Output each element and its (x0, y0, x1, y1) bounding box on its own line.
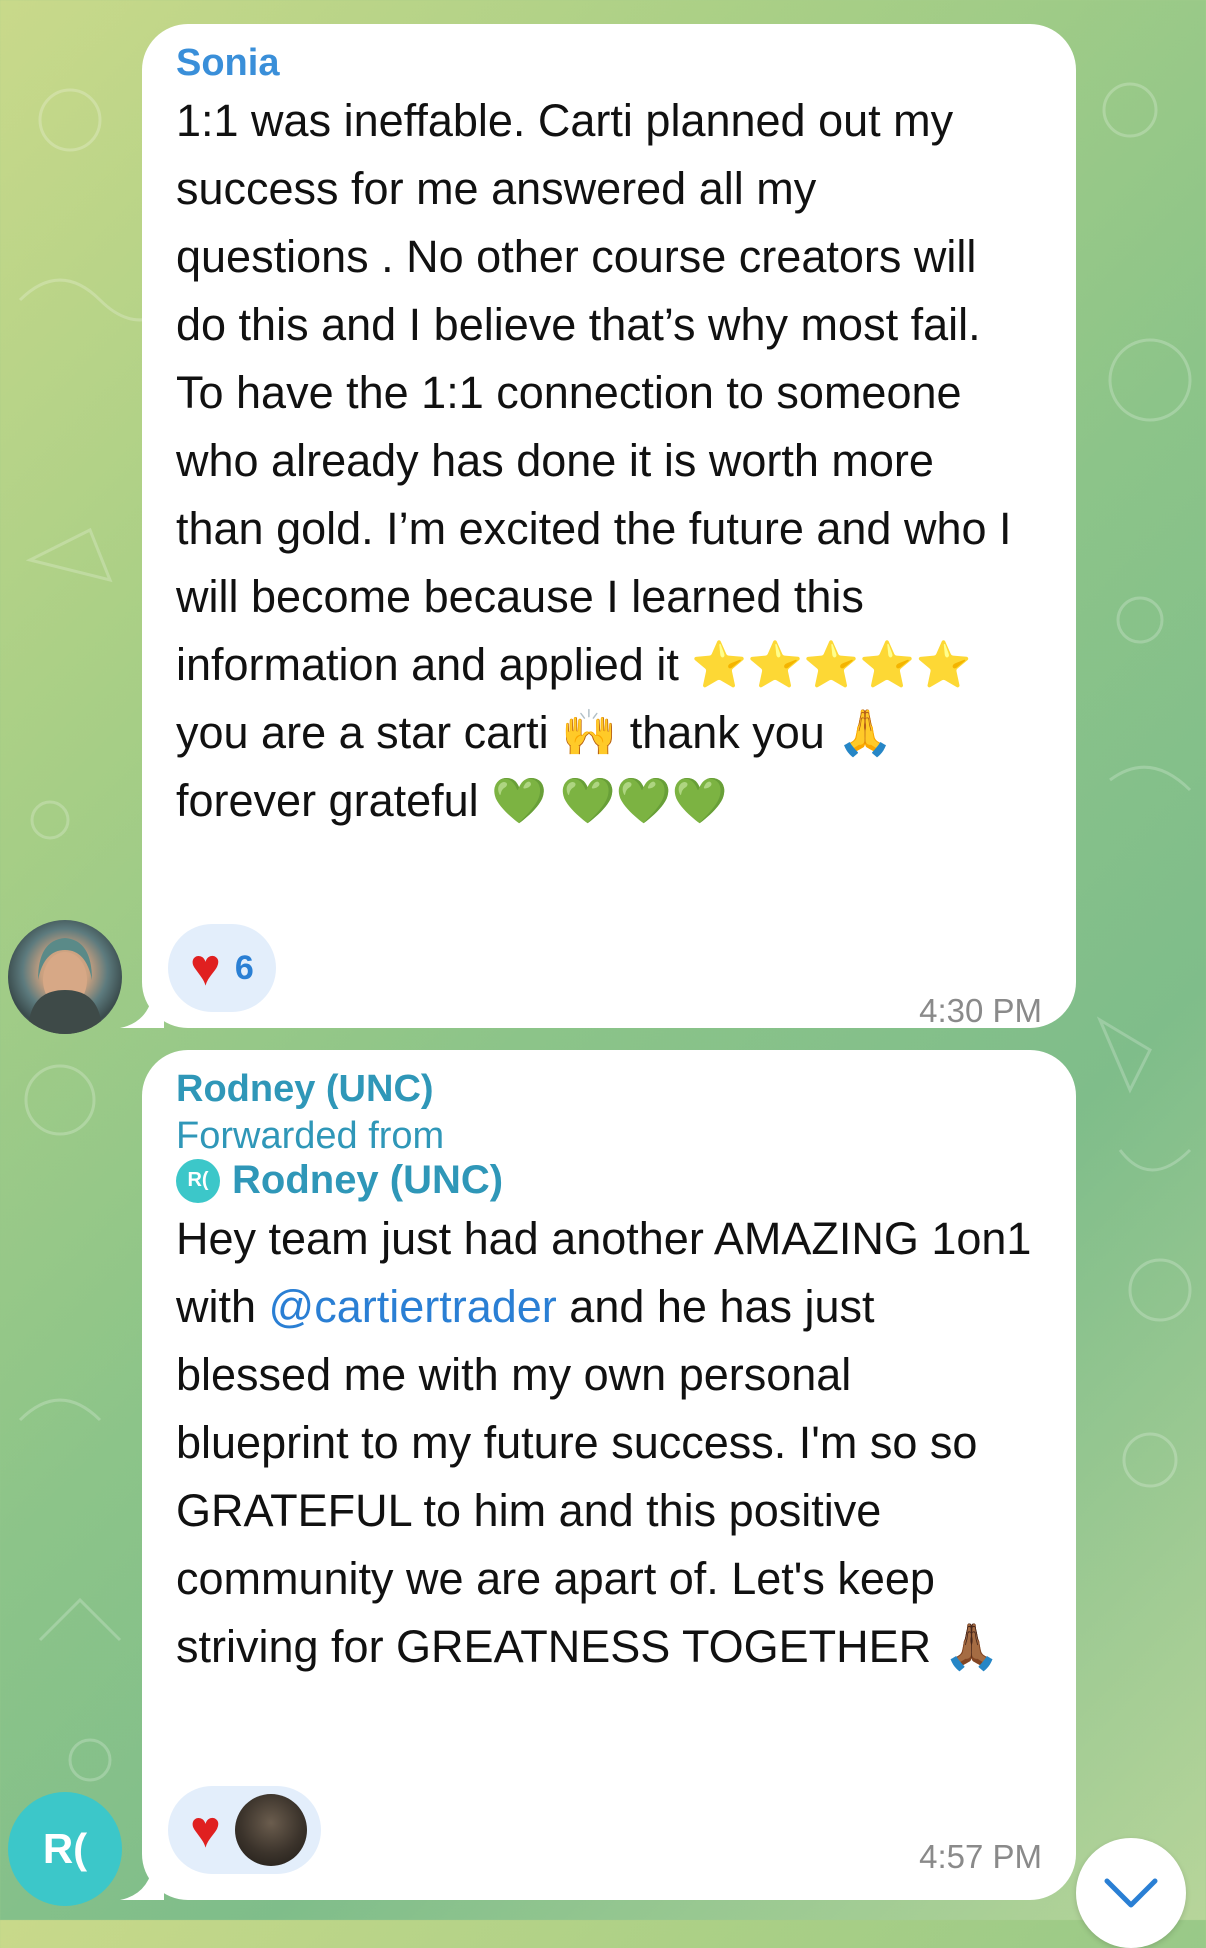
reactor-avatar (234, 1794, 307, 1866)
sender-name[interactable]: Rodney (UNC) (176, 1068, 1042, 1111)
chevron-down-icon (1104, 1878, 1158, 1908)
message-time: 4:30 PM (919, 992, 1042, 1029)
mention-link[interactable]: @cartiertrader (269, 1281, 557, 1332)
forwarded-name: Rodney (UNC) (232, 1158, 504, 1202)
reaction-count: 6 (234, 948, 254, 987)
message-text: 1:1 was ineffable. Carti planned out my … (176, 95, 1025, 826)
user-photo-icon (28, 938, 102, 1034)
heart-icon: ♥ (190, 1801, 221, 1859)
message-bubble-sonia[interactable]: Sonia 1:1 was ineffable. Carti planned o… (120, 24, 1076, 1029)
avatar-rodney[interactable]: R( (8, 1792, 122, 1906)
scroll-down-button[interactable] (1076, 1838, 1186, 1948)
bubble-tail (120, 988, 164, 1028)
avatar-sonia[interactable] (8, 920, 122, 1034)
forwarded-avatar: R( (176, 1158, 220, 1203)
message-text-part: and he has just blessed me with my own p… (176, 1281, 1000, 1672)
forwarded-label: Forwarded from (176, 1115, 445, 1157)
reaction-heart[interactable]: ♥ 6 (168, 924, 276, 1012)
forwarded-source[interactable]: R( Rodney (UNC) (176, 1158, 1042, 1203)
heart-icon: ♥ (190, 939, 221, 997)
reaction-heart[interactable]: ♥ (168, 1786, 321, 1874)
message-text: Hey team just had another AMAZING 1on1 w… (176, 1205, 1036, 1681)
message-time: 4:57 PM (919, 1838, 1042, 1875)
message-bubble-rodney[interactable]: Rodney (UNC) Forwarded from R( Rodney (U… (120, 1050, 1076, 1900)
bubble-tail (120, 1860, 164, 1900)
sender-name[interactable]: Sonia (176, 42, 1042, 85)
